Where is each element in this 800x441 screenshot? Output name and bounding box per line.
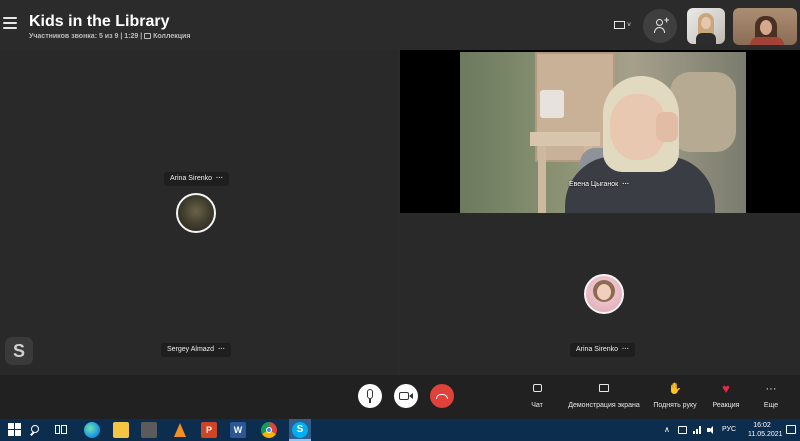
chat-icon — [532, 384, 542, 392]
chat-button[interactable]: Чат — [525, 382, 549, 409]
clock-date: 11.05.2021 — [748, 431, 783, 438]
edge-browser-icon[interactable] — [84, 422, 100, 438]
call-title: Kids in the Library — [29, 13, 170, 30]
add-participant-button[interactable]: + — [643, 9, 677, 43]
vlc-player-icon[interactable] — [172, 422, 188, 438]
ellipsis-icon: ··· — [765, 383, 777, 395]
end-call-button[interactable] — [430, 384, 454, 408]
participant-name: Arina Sirenko — [576, 346, 619, 353]
file-explorer-icon[interactable] — [113, 422, 129, 438]
participant-name-pill[interactable]: Arina Sirenko ··· — [164, 172, 230, 186]
add-person-icon — [656, 19, 663, 26]
skype-call-window: Kids in the Library Участников звонка: 5… — [0, 0, 800, 441]
avatar — [584, 274, 624, 314]
raise-hand-label: Поднять руку — [653, 402, 697, 409]
share-screen-button[interactable]: Демонстрация экрана — [566, 382, 642, 409]
chevron-up-icon[interactable]: ∧ — [664, 419, 670, 441]
self-video-thumbnail[interactable] — [733, 8, 797, 45]
volume-icon[interactable] — [707, 426, 716, 434]
call-header: Kids in the Library Участников звонка: 5… — [0, 0, 800, 50]
task-view-icon[interactable] — [53, 422, 69, 438]
notification-center-icon[interactable] — [786, 425, 796, 434]
collection-link[interactable]: Коллекция — [153, 33, 190, 40]
clock-time: 16:02 — [753, 422, 771, 429]
search-icon[interactable] — [28, 422, 44, 438]
participant-name: Arina Sirenko — [170, 175, 213, 182]
participants-status: Участников звонка: 5 из 9 | 1:29 | — [29, 33, 143, 40]
collection-icon[interactable] — [144, 33, 152, 39]
raise-hand-button[interactable]: ✋ Поднять руку — [651, 382, 699, 409]
battery-icon[interactable] — [678, 426, 687, 434]
hamburger-menu-icon[interactable] — [3, 17, 17, 29]
chat-label: Чат — [531, 402, 543, 409]
hang-up-icon — [436, 394, 448, 399]
share-screen-icon — [599, 384, 609, 392]
participant-name-pill[interactable]: Sergey Almazd ··· — [161, 343, 232, 357]
network-icon[interactable] — [693, 426, 702, 434]
reaction-label: Реакция — [712, 402, 740, 409]
call-controls-bar: Чат Демонстрация экрана ✋ Поднять руку ♥… — [0, 375, 800, 419]
participant-name-pill[interactable]: Arina Sirenko ··· — [570, 343, 636, 357]
system-clock[interactable]: 16:02 11.05.2021 — [748, 421, 783, 439]
participant-video — [460, 52, 746, 213]
more-options-icon[interactable]: ··· — [218, 346, 225, 353]
word-icon[interactable]: W — [230, 422, 246, 438]
more-options-icon[interactable]: ··· — [622, 346, 629, 353]
more-options-icon[interactable]: ··· — [216, 175, 223, 182]
microphone-icon — [367, 389, 373, 399]
participant-name: Евена Цыганок — [569, 181, 619, 188]
video-participant-label[interactable]: Евена Цыганок ··· — [569, 181, 629, 188]
participant-thumbnail[interactable] — [687, 8, 725, 44]
language-indicator[interactable]: РУС — [722, 419, 736, 441]
call-subtitle: Участников звонка: 5 из 9 | 1:29 | Колле… — [29, 33, 190, 40]
participant-name: Sergey Almazd — [167, 346, 215, 353]
video-editor-icon[interactable] — [141, 422, 157, 438]
grid-layout-icon — [614, 21, 625, 29]
more-button[interactable]: ··· Еще — [760, 382, 782, 409]
chrome-browser-icon[interactable] — [261, 422, 277, 438]
share-screen-label: Демонстрация экрана — [568, 402, 640, 409]
avatar — [176, 193, 216, 233]
windows-taskbar: P W S ∧ РУС 16:02 11.05.2021 — [0, 419, 800, 441]
more-label: Еще — [763, 402, 779, 409]
windows-start-icon[interactable] — [7, 422, 23, 438]
reaction-button[interactable]: ♥ Реакция — [709, 381, 743, 410]
camera-button[interactable] — [394, 384, 418, 408]
heart-icon: ♥ — [722, 381, 730, 396]
skype-taskbar-icon[interactable]: S — [289, 419, 311, 441]
hand-icon: ✋ — [668, 383, 682, 395]
chevron-down-icon: ˅ — [627, 22, 632, 29]
skype-logo-icon: S — [5, 337, 33, 365]
microphone-button[interactable] — [358, 384, 382, 408]
layout-switch-button[interactable]: ˅ — [612, 19, 632, 33]
more-options-icon[interactable]: ··· — [622, 181, 629, 188]
camera-icon — [399, 392, 409, 400]
powerpoint-icon[interactable]: P — [201, 422, 217, 438]
